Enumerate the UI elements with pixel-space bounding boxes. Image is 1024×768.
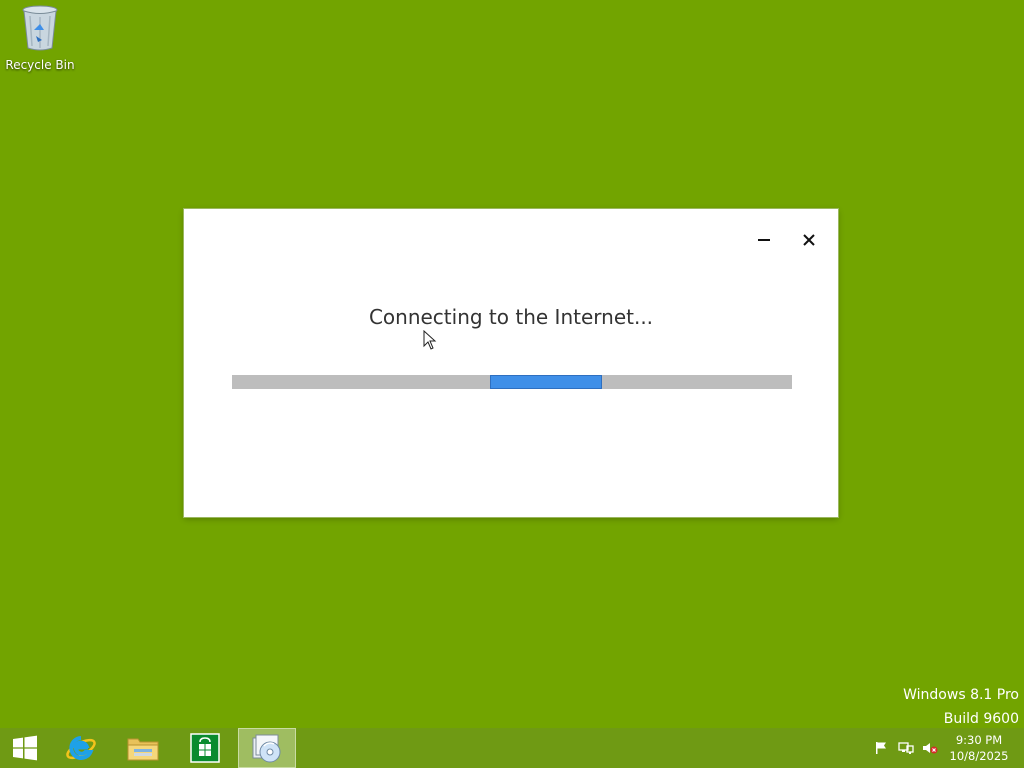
taskbar: 9:30 PM 10/8/2025	[0, 728, 1024, 768]
clock-date: 10/8/2025	[949, 749, 1009, 763]
dialog-title: Connecting to the Internet...	[368, 305, 654, 329]
mouse-cursor-icon	[423, 330, 437, 350]
windows-watermark: Windows 8.1 Pro Build 9600	[903, 683, 1019, 731]
action-center-button[interactable]	[874, 741, 890, 755]
setup-disc-icon	[252, 734, 281, 763]
connecting-dialog: Connecting to the Internet...	[184, 209, 838, 517]
recycle-bin-label: Recycle Bin	[5, 58, 75, 72]
network-button[interactable]	[898, 741, 914, 755]
taskbar-setup[interactable]	[238, 728, 296, 768]
close-button[interactable]	[795, 229, 823, 251]
folder-icon	[127, 738, 159, 761]
internet-explorer-icon	[66, 736, 96, 760]
watermark-edition: Windows 8.1 Pro	[903, 687, 1019, 703]
progress-indicator	[489, 375, 602, 389]
close-icon	[803, 234, 815, 246]
start-button[interactable]	[0, 728, 50, 768]
windows-logo-icon	[13, 735, 37, 761]
taskbar-store[interactable]	[176, 728, 234, 768]
volume-button[interactable]	[922, 741, 938, 755]
system-tray	[874, 728, 938, 768]
action-center-flag-icon	[876, 742, 886, 754]
taskbar-internet-explorer[interactable]	[52, 728, 110, 768]
store-icon	[190, 733, 220, 763]
minimize-icon	[758, 239, 770, 241]
taskbar-clock[interactable]: 9:30 PM 10/8/2025	[946, 732, 1012, 764]
progress-bar	[232, 375, 792, 389]
network-icon	[898, 742, 914, 754]
minimize-button[interactable]	[750, 229, 778, 251]
clock-time: 9:30 PM	[955, 733, 1003, 747]
recycle-bin-icon	[22, 5, 58, 51]
taskbar-file-explorer[interactable]	[114, 728, 172, 768]
volume-muted-icon	[923, 743, 938, 754]
recycle-bin-desktop-icon[interactable]: Recycle Bin	[4, 4, 76, 76]
